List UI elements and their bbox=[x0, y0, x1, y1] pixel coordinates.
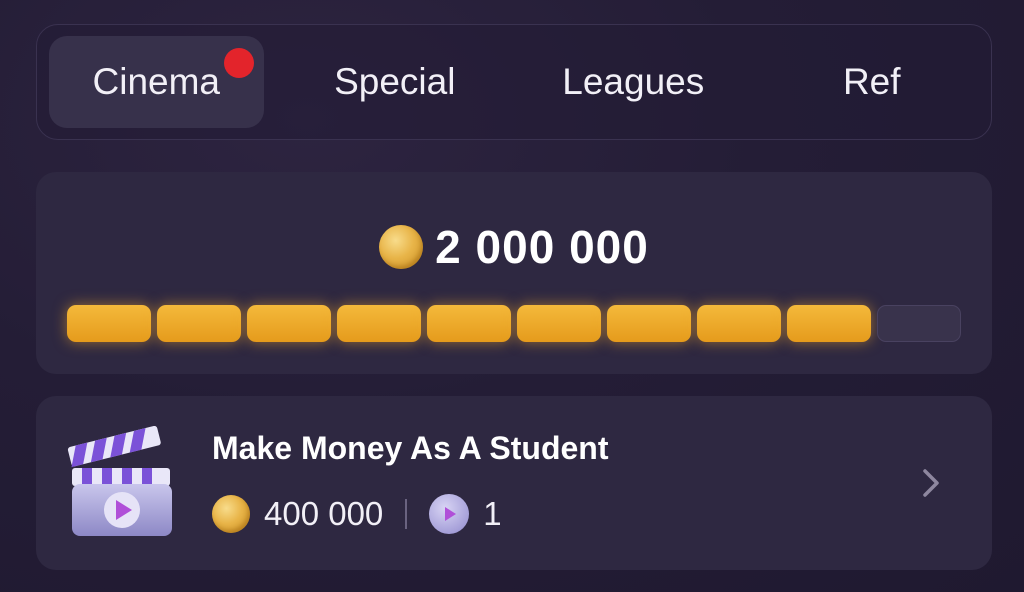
task-reward: 400 000 bbox=[264, 495, 384, 532]
tab-ref[interactable]: Ref bbox=[765, 36, 980, 128]
category-tabs: Cinema Special Leagues Ref bbox=[36, 24, 992, 140]
task-video-count: 1 bbox=[483, 495, 502, 532]
progress-segment-filled bbox=[607, 305, 691, 342]
progress-segment-filled bbox=[517, 305, 601, 342]
progress-segment-filled bbox=[337, 305, 421, 342]
progress-segment-filled bbox=[67, 305, 151, 342]
coin-icon bbox=[212, 495, 250, 533]
task-item[interactable]: Make Money As A Student 400 000 1 bbox=[36, 396, 992, 570]
progress-segment-filled bbox=[157, 305, 241, 342]
reward-amount: 2 000 000 bbox=[435, 221, 649, 273]
tab-leagues[interactable]: Leagues bbox=[526, 36, 741, 128]
clapperboard-icon bbox=[67, 426, 172, 536]
task-title: Make Money As A Student bbox=[212, 430, 609, 466]
play-icon bbox=[429, 494, 470, 534]
tab-cinema[interactable]: Cinema bbox=[49, 36, 264, 128]
notification-dot bbox=[223, 48, 254, 78]
task-meta: 400 000 1 bbox=[212, 494, 502, 534]
progress-card: 2 000 000 bbox=[36, 172, 992, 374]
divider bbox=[405, 499, 408, 529]
progress-segment-filled bbox=[247, 305, 331, 342]
progress-segment-filled bbox=[787, 305, 871, 342]
progress-segment-filled bbox=[427, 305, 511, 342]
tab-label: Special bbox=[334, 61, 456, 102]
coin-icon bbox=[379, 225, 424, 269]
tab-label: Leagues bbox=[562, 61, 705, 102]
progress-segment-filled bbox=[697, 305, 781, 342]
chevron-right-icon bbox=[923, 469, 939, 497]
tab-label: Ref bbox=[842, 61, 901, 102]
progress-bar bbox=[67, 305, 961, 342]
reward-row: 2 000 000 bbox=[36, 220, 992, 274]
tab-special[interactable]: Special bbox=[288, 36, 503, 128]
progress-segment-empty bbox=[877, 305, 961, 342]
tab-label: Cinema bbox=[92, 61, 221, 102]
